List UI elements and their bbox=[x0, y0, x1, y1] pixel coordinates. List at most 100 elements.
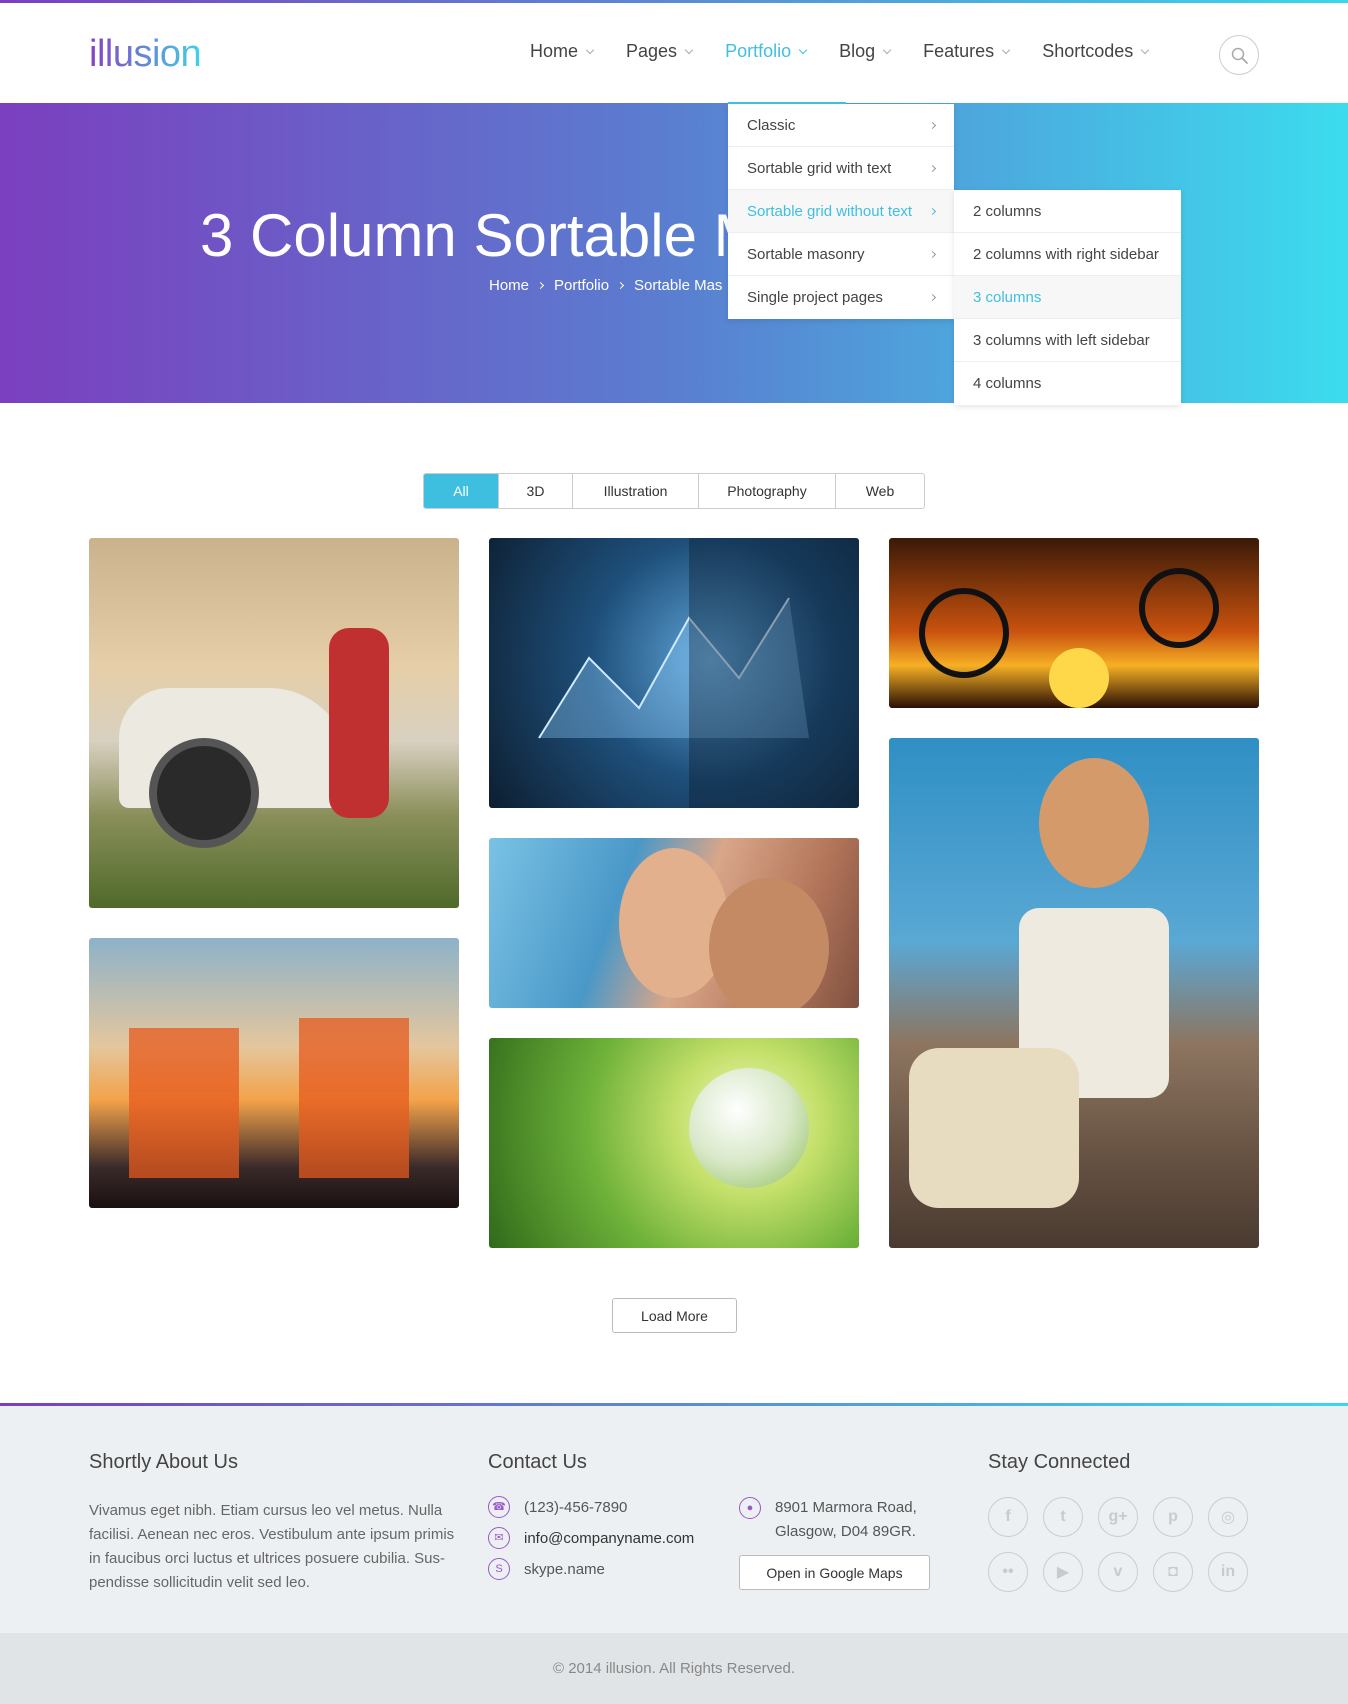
chevron-down-icon bbox=[1141, 45, 1150, 54]
youtube-icon[interactable]: ▶ bbox=[1043, 1552, 1083, 1592]
portfolio-item-smiling-couple[interactable] bbox=[489, 838, 859, 1008]
site-header: illusion Home Pages Portfolio Blog Featu… bbox=[0, 3, 1348, 103]
breadcrumb-current: Sortable Mas bbox=[634, 277, 723, 294]
submenu-item-label: 2 columns with right sidebar bbox=[973, 245, 1159, 263]
nav-label: Features bbox=[923, 41, 995, 61]
portfolio-item-beach-chairs[interactable] bbox=[89, 938, 459, 1208]
portfolio-item-cyclists-sunset[interactable] bbox=[889, 538, 1259, 708]
nav-label: Shortcodes bbox=[1042, 41, 1134, 61]
google-plus-icon[interactable]: g+ bbox=[1098, 1497, 1138, 1537]
phone-icon: ☎ bbox=[488, 1496, 510, 1518]
nav-item-pages[interactable]: Pages bbox=[626, 41, 694, 62]
submenu-item-label: 3 columns bbox=[973, 288, 1042, 306]
contact-email[interactable]: ✉ info@companyname.com bbox=[488, 1527, 694, 1549]
portfolio-filters: All 3D Illustration Photography Web bbox=[423, 473, 925, 509]
mail-icon: ✉ bbox=[488, 1527, 510, 1549]
submenu-item-label: 3 columns with left sidebar bbox=[973, 331, 1150, 349]
portfolio-item-glass-globe[interactable] bbox=[489, 1038, 859, 1248]
menu-item-sortable-masonry[interactable]: Sortable masonry bbox=[728, 233, 954, 276]
site-footer: Shortly About Us Vivamus eget nibh. Etia… bbox=[0, 1403, 1348, 1633]
portfolio-item-business-chart[interactable] bbox=[489, 538, 859, 808]
address-line-2: Glasgow, D04 89GR. bbox=[775, 1523, 916, 1540]
portfolio-dropdown: Classic Sortable grid with text Sortable… bbox=[728, 104, 954, 319]
open-google-maps-button[interactable]: Open in Google Maps bbox=[739, 1555, 930, 1590]
bag-shape bbox=[909, 1048, 1079, 1208]
chevron-down-icon bbox=[798, 45, 808, 54]
filter-illustration[interactable]: Illustration bbox=[573, 474, 699, 508]
menu-item-single-project-pages[interactable]: Single project pages bbox=[728, 276, 954, 319]
footer-gradient-line bbox=[0, 1403, 1348, 1406]
filter-all[interactable]: All bbox=[424, 474, 499, 508]
filter-photography[interactable]: Photography bbox=[699, 474, 836, 508]
location-pin-icon: ● bbox=[739, 1497, 761, 1519]
linkedin-icon[interactable]: in bbox=[1208, 1552, 1248, 1592]
menu-item-sortable-grid-without-text[interactable]: Sortable grid without text bbox=[728, 190, 954, 233]
chevron-down-icon bbox=[1001, 45, 1011, 54]
dribbble-icon[interactable]: ◎ bbox=[1208, 1497, 1248, 1537]
submenu-item-label: 4 columns bbox=[973, 375, 1042, 392]
contact-title: Contact Us bbox=[488, 1451, 587, 1473]
email-link[interactable]: info@companyname.com bbox=[524, 1530, 694, 1547]
social-icons: f t g+ p ◎ •• ▶ v ◘ in bbox=[988, 1497, 1248, 1607]
chevron-right-icon bbox=[617, 281, 625, 290]
nav-item-home[interactable]: Home bbox=[530, 41, 595, 62]
contact-phone: ☎ (123)-456-7890 bbox=[488, 1496, 627, 1518]
menu-item-classic[interactable]: Classic bbox=[728, 104, 954, 147]
menu-item-label: Sortable grid with text bbox=[747, 159, 892, 177]
flickr-icon[interactable]: •• bbox=[988, 1552, 1028, 1592]
bike-wheel-shape bbox=[1139, 568, 1219, 648]
nav-label: Pages bbox=[626, 41, 678, 61]
chair-shape bbox=[299, 1018, 409, 1178]
breadcrumb: Home Portfolio Sortable Mas bbox=[489, 277, 722, 294]
chevron-right-icon bbox=[928, 207, 937, 215]
nav-item-portfolio[interactable]: Portfolio bbox=[725, 41, 808, 62]
twitter-icon[interactable]: t bbox=[1043, 1497, 1083, 1537]
menu-item-label: Sortable masonry bbox=[747, 245, 865, 263]
breadcrumb-home[interactable]: Home bbox=[489, 277, 529, 294]
nav-label: Portfolio bbox=[725, 41, 792, 61]
pinterest-icon[interactable]: p bbox=[1153, 1497, 1193, 1537]
menu-item-label: Single project pages bbox=[747, 289, 883, 306]
portfolio-item-woman-binoculars[interactable] bbox=[89, 538, 459, 908]
filter-web[interactable]: Web bbox=[836, 474, 924, 508]
nav-item-features[interactable]: Features bbox=[923, 41, 1011, 62]
nav-item-blog[interactable]: Blog bbox=[839, 41, 892, 62]
address-line-1: 8901 Marmora Road, bbox=[775, 1499, 917, 1516]
nav-item-shortcodes[interactable]: Shortcodes bbox=[1042, 41, 1150, 62]
face-shape bbox=[709, 878, 829, 1008]
search-icon bbox=[1231, 47, 1248, 64]
breadcrumb-portfolio[interactable]: Portfolio bbox=[554, 277, 609, 294]
menu-item-sortable-grid-with-text[interactable]: Sortable grid with text bbox=[728, 147, 954, 190]
filter-3d[interactable]: 3D bbox=[499, 474, 573, 508]
globe-shape bbox=[689, 1068, 809, 1188]
portfolio-item-woman-sunglasses[interactable] bbox=[889, 738, 1259, 1248]
dropdown-active-indicator bbox=[728, 102, 846, 104]
submenu-item-3-columns[interactable]: 3 columns bbox=[954, 276, 1181, 319]
chevron-down-icon bbox=[585, 45, 595, 54]
chevron-right-icon bbox=[536, 281, 545, 290]
page-title: 3 Column Sortable M bbox=[200, 202, 764, 269]
vimeo-icon[interactable]: v bbox=[1098, 1552, 1138, 1592]
chair-shape bbox=[129, 1028, 239, 1178]
submenu-item-4-columns[interactable]: 4 columns bbox=[954, 362, 1181, 405]
search-button[interactable] bbox=[1219, 35, 1259, 75]
chevron-down-icon bbox=[684, 45, 694, 54]
copyright-text: © 2014 illusion. All Rights Reserved. bbox=[552, 1660, 795, 1677]
nav-label: Home bbox=[530, 41, 579, 61]
contact-skype: S skype.name bbox=[488, 1558, 605, 1580]
copyright-bar: © 2014 illusion. All Rights Reserved. bbox=[0, 1633, 1348, 1704]
submenu-item-3-columns-left-sidebar[interactable]: 3 columns with left sidebar bbox=[954, 319, 1181, 362]
submenu-item-label: 2 columns bbox=[973, 202, 1042, 220]
chevron-right-icon bbox=[928, 121, 937, 129]
facebook-icon[interactable]: f bbox=[988, 1497, 1028, 1537]
social-title: Stay Connected bbox=[988, 1451, 1131, 1473]
submenu-item-2-columns-right-sidebar[interactable]: 2 columns with right sidebar bbox=[954, 233, 1181, 276]
about-title: Shortly About Us bbox=[89, 1451, 238, 1473]
chart-illustration bbox=[538, 538, 859, 808]
submenu-item-2-columns[interactable]: 2 columns bbox=[954, 190, 1181, 233]
wheel-shape bbox=[149, 738, 259, 848]
load-more-button[interactable]: Load More bbox=[612, 1298, 737, 1333]
instagram-icon[interactable]: ◘ bbox=[1153, 1552, 1193, 1592]
logo[interactable]: illusion bbox=[89, 33, 202, 76]
face-shape bbox=[1039, 758, 1149, 888]
